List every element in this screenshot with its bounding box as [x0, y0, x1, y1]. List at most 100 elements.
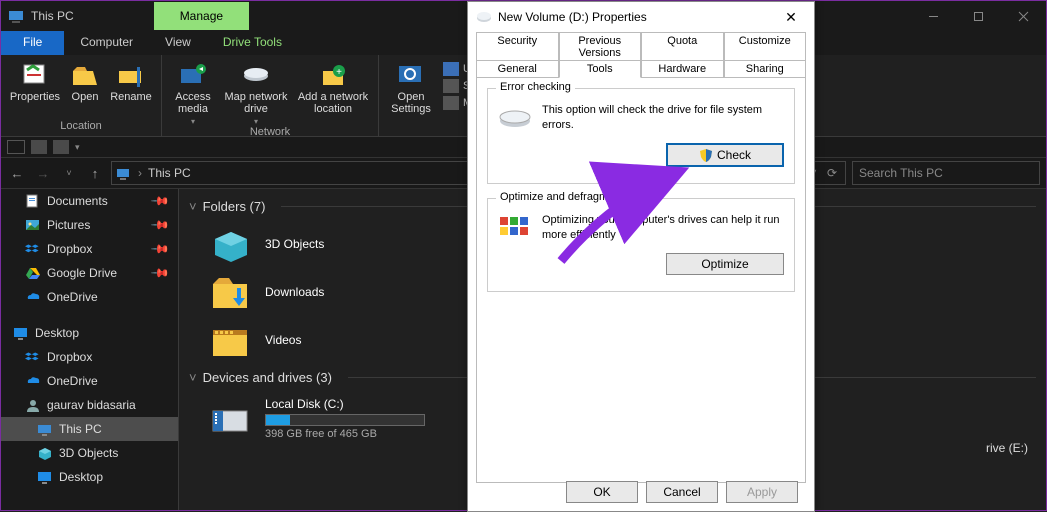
local-disk-bar — [265, 414, 425, 426]
rename-label: Rename — [110, 91, 152, 103]
sidebar-item-3d-objects[interactable]: 3D Objects — [1, 441, 178, 465]
shield-icon — [699, 148, 713, 162]
up-button[interactable]: ↑ — [85, 166, 105, 181]
open-settings-button[interactable]: Open Settings — [385, 57, 437, 134]
cancel-button[interactable]: Cancel — [646, 481, 718, 503]
sidebar-item-desktop[interactable]: Desktop — [1, 321, 178, 345]
legend-optimize: Optimize and defragment drive — [496, 191, 654, 203]
legend-error-checking: Error checking — [496, 81, 575, 93]
maximize-button[interactable] — [956, 1, 1001, 31]
properties-dialog: New Volume (D:) Properties ✕ SecurityPre… — [467, 1, 815, 512]
open-label: Open — [72, 91, 99, 103]
dialog-body: Error checking This option will check th… — [476, 77, 806, 483]
sidebar-item-dropbox[interactable]: Dropbox📌 — [1, 237, 178, 261]
check-button-label: Check — [717, 148, 751, 162]
add-location-button[interactable]: + Add a network location — [294, 57, 372, 126]
ribbon-group-location: Properties Open Rename Location — [1, 55, 162, 136]
pin-icon: 📌 — [150, 239, 170, 259]
sidebar-item-gaurav-bidasaria[interactable]: gaurav bidasaria — [1, 393, 178, 417]
tab-computer[interactable]: Computer — [64, 31, 149, 55]
address-text: This PC — [148, 166, 191, 180]
dialog-close-button[interactable]: ✕ — [776, 9, 806, 26]
pic-icon — [25, 218, 41, 232]
sidebar-item-onedrive[interactable]: OneDrive — [1, 285, 178, 309]
sidebar-item-documents[interactable]: Documents📌 — [1, 189, 178, 213]
drive-icon — [498, 103, 532, 131]
access-media-label: Access media — [168, 91, 218, 115]
doc-icon — [25, 194, 41, 208]
dialog-tab-sharing[interactable]: Sharing — [724, 60, 807, 78]
search-placeholder: Search This PC — [859, 166, 943, 180]
recent-dropdown[interactable]: ˅ — [59, 168, 79, 178]
apply-button[interactable]: Apply — [726, 481, 798, 503]
rename-button[interactable]: Rename — [107, 57, 155, 120]
fieldset-error-checking: Error checking This option will check th… — [487, 88, 795, 184]
od-icon — [25, 374, 41, 388]
dialog-tab-general[interactable]: General — [476, 60, 559, 78]
app-icon — [7, 7, 25, 25]
check-button[interactable]: Check — [666, 143, 784, 167]
device-e-label[interactable]: rive (E:) — [986, 441, 1028, 455]
desk-icon — [13, 326, 29, 340]
sidebar-item-this-pc[interactable]: This PC — [1, 417, 178, 441]
tab-view[interactable]: View — [149, 31, 207, 55]
sidebar-item-onedrive[interactable]: OneDrive — [1, 369, 178, 393]
map-drive-button[interactable]: Map network drive ▾ — [220, 57, 292, 126]
sidebar-item-pictures[interactable]: Pictures📌 — [1, 213, 178, 237]
close-button[interactable] — [1001, 1, 1046, 31]
pin-icon: 📌 — [150, 215, 170, 235]
back-button[interactable]: ← — [7, 166, 27, 181]
desk-icon — [37, 470, 53, 484]
forward-button[interactable]: → — [33, 166, 53, 181]
dialog-tabs: SecurityPrevious VersionsQuotaCustomize G… — [468, 32, 814, 77]
dialog-tab-customize[interactable]: Customize — [724, 32, 807, 61]
properties-button[interactable]: Properties — [7, 57, 63, 120]
window-title: This PC — [31, 9, 94, 23]
refresh-button[interactable]: ⟳ — [823, 166, 841, 180]
pc-icon — [37, 422, 53, 436]
local-disk-label: Local Disk (C:) — [265, 397, 425, 414]
group-label-location: Location — [7, 120, 155, 134]
sidebar-item-desktop[interactable]: Desktop — [1, 465, 178, 489]
map-drive-label: Map network drive — [220, 91, 292, 115]
local-disk-sub: 398 GB free of 465 GB — [265, 426, 425, 440]
optimize-button-label: Optimize — [701, 257, 748, 271]
dialog-tab-security[interactable]: Security — [476, 32, 559, 61]
defrag-icon — [498, 213, 532, 243]
pin-icon: 📌 — [150, 263, 170, 283]
dialog-titlebar[interactable]: New Volume (D:) Properties ✕ — [468, 2, 814, 32]
sidebar: Documents📌Pictures📌Dropbox📌Google Drive📌… — [1, 189, 179, 510]
dbx-icon — [25, 242, 41, 256]
open-button[interactable]: Open — [65, 57, 105, 120]
tab-file[interactable]: File — [1, 31, 64, 55]
minimize-button[interactable] — [911, 1, 956, 31]
3d-icon — [37, 446, 53, 460]
dialog-tab-tools[interactable]: Tools — [559, 60, 642, 78]
optimize-button[interactable]: Optimize — [666, 253, 784, 275]
dialog-title: New Volume (D:) Properties — [498, 10, 647, 24]
qa-icon-2[interactable] — [53, 140, 69, 154]
sidebar-item-google-drive[interactable]: Google Drive📌 — [1, 261, 178, 285]
group-label-network: Network — [168, 126, 372, 140]
dialog-tab-hardware[interactable]: Hardware — [641, 60, 724, 78]
search-input[interactable]: Search This PC — [852, 161, 1040, 185]
od-icon — [25, 290, 41, 304]
dialog-footer: OK Cancel Apply — [566, 481, 798, 503]
open-settings-label: Open Settings — [385, 91, 437, 115]
add-location-label: Add a network location — [294, 91, 372, 115]
ok-button[interactable]: OK — [566, 481, 638, 503]
qa-icon-1[interactable] — [31, 140, 47, 154]
ribbon-group-network: Access media ▾ Map network drive ▾ + Add… — [162, 55, 379, 136]
access-media-button[interactable]: Access media ▾ — [168, 57, 218, 126]
dialog-tab-previous-versions[interactable]: Previous Versions — [559, 32, 642, 61]
sidebar-item-dropbox[interactable]: Dropbox — [1, 345, 178, 369]
dbx-icon — [25, 350, 41, 364]
tab-drive-tools[interactable]: Drive Tools — [207, 31, 298, 55]
context-tab-manage[interactable]: Manage — [154, 2, 249, 30]
gdrv-icon — [25, 266, 41, 280]
optimize-msg: Optimizing your computer's drives can he… — [542, 213, 784, 243]
pin-icon: 📌 — [150, 191, 170, 211]
dialog-tab-quota[interactable]: Quota — [641, 32, 724, 61]
qa-checkbox[interactable] — [7, 140, 25, 154]
user-icon — [25, 398, 41, 412]
